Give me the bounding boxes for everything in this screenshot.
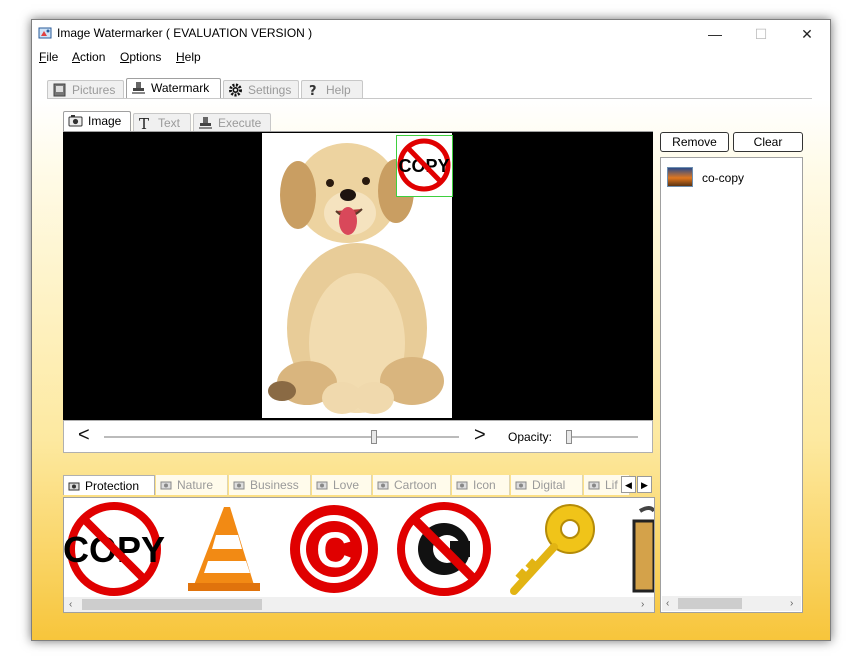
- app-icon: [38, 27, 52, 39]
- scroll-right-icon[interactable]: ›: [641, 597, 644, 612]
- maximize-button[interactable]: ☐: [738, 20, 784, 48]
- tab-image[interactable]: Image: [63, 111, 131, 131]
- copyright-icon[interactable]: C: [282, 501, 386, 597]
- help-icon: ?: [309, 84, 317, 97]
- tab-watermark[interactable]: Watermark: [126, 78, 221, 98]
- remove-button[interactable]: Remove: [660, 132, 729, 152]
- tabs-scroll-left-icon[interactable]: ◀: [621, 476, 636, 493]
- app-window: Image Watermarker ( EVALUATION VERSION )…: [31, 19, 831, 641]
- category-tab-icon[interactable]: Icon: [452, 475, 510, 495]
- svg-text:C: C: [316, 522, 352, 578]
- category-tab-love[interactable]: Love: [312, 475, 372, 495]
- menu-action[interactable]: Action: [72, 50, 105, 64]
- watermark-list: co-copy ‹ ›: [660, 157, 803, 613]
- image-icon: [588, 481, 600, 490]
- tab-settings[interactable]: Settings: [223, 80, 299, 98]
- pictures-icon: [53, 83, 66, 97]
- no-copyright-icon[interactable]: [392, 501, 496, 597]
- position-slider-thumb[interactable]: [370, 430, 377, 444]
- gallery-horizontal-scrollbar[interactable]: ‹ ›: [64, 597, 654, 612]
- opacity-label: Opacity:: [508, 430, 553, 444]
- watermark-selection[interactable]: COPY: [396, 135, 453, 197]
- tab-text[interactable]: T Text: [133, 113, 191, 131]
- next-arrow-icon[interactable]: >: [474, 425, 486, 445]
- tab-pictures[interactable]: Pictures: [47, 80, 124, 98]
- image-icon: [233, 481, 245, 490]
- stamp-icon: [132, 82, 145, 94]
- image-icon: [68, 115, 83, 127]
- copy-sign-icon[interactable]: COPY: [64, 501, 168, 597]
- position-slider-track[interactable]: [104, 436, 459, 439]
- preview-controls: < > Opacity:: [63, 420, 653, 453]
- window-title: Image Watermarker ( EVALUATION VERSION ): [57, 26, 313, 40]
- category-tab-business[interactable]: Business: [229, 475, 311, 495]
- svg-text:T: T: [139, 116, 149, 130]
- image-icon: [456, 481, 468, 490]
- scroll-right-icon[interactable]: ›: [790, 596, 793, 611]
- svg-text:?: ?: [309, 84, 317, 97]
- image-icon: [160, 481, 172, 490]
- key-icon[interactable]: [504, 501, 604, 597]
- clear-button[interactable]: Clear: [733, 132, 803, 152]
- minimize-button[interactable]: —: [692, 20, 738, 48]
- tab-divider: [47, 98, 812, 99]
- menu-file[interactable]: File: [39, 50, 58, 64]
- gear-icon: [229, 83, 242, 97]
- list-horizontal-scrollbar[interactable]: ‹ ›: [662, 596, 801, 611]
- image-icon: [316, 481, 328, 490]
- menu-options[interactable]: Options: [120, 50, 161, 64]
- category-tabs: Protection Nature Business Love Cartoon …: [63, 475, 653, 495]
- category-tab-digital[interactable]: Digital: [511, 475, 583, 495]
- image-icon: [377, 481, 389, 490]
- list-item-label: co-copy: [702, 171, 745, 185]
- category-tab-protection[interactable]: Protection: [63, 475, 155, 495]
- title-bar: Image Watermarker ( EVALUATION VERSION )…: [32, 20, 830, 48]
- text-icon: T: [139, 116, 149, 130]
- traffic-cone-icon[interactable]: [184, 501, 264, 597]
- preview-canvas[interactable]: COPY: [63, 132, 653, 420]
- scrollbar-thumb[interactable]: [678, 598, 742, 609]
- tabs-scroll-right-icon[interactable]: ▶: [637, 476, 652, 493]
- menu-bar: File Action Options Help: [32, 48, 830, 68]
- scroll-left-icon[interactable]: ‹: [69, 597, 72, 612]
- category-tab-cartoon[interactable]: Cartoon: [373, 475, 451, 495]
- tab-help[interactable]: ? Help: [301, 80, 363, 98]
- image-icon: [68, 482, 80, 491]
- previous-arrow-icon[interactable]: <: [78, 425, 90, 445]
- copy-stamp-icon: COPY: [397, 138, 451, 192]
- close-button[interactable]: ✕: [784, 20, 830, 48]
- scroll-left-icon[interactable]: ‹: [666, 596, 669, 611]
- stamp-icon: [199, 117, 212, 129]
- tab-execute[interactable]: Execute: [193, 113, 271, 131]
- watermark-gallery: COPY C: [63, 497, 655, 613]
- scrollbar-thumb[interactable]: [82, 599, 262, 610]
- image-icon: [515, 481, 527, 490]
- category-tab-nature[interactable]: Nature: [156, 475, 228, 495]
- opacity-slider-track[interactable]: [566, 436, 638, 439]
- menu-help[interactable]: Help: [176, 50, 201, 64]
- list-item-thumbnail: [667, 167, 693, 187]
- opacity-slider-thumb[interactable]: [566, 430, 572, 444]
- padlock-icon[interactable]: [630, 501, 654, 597]
